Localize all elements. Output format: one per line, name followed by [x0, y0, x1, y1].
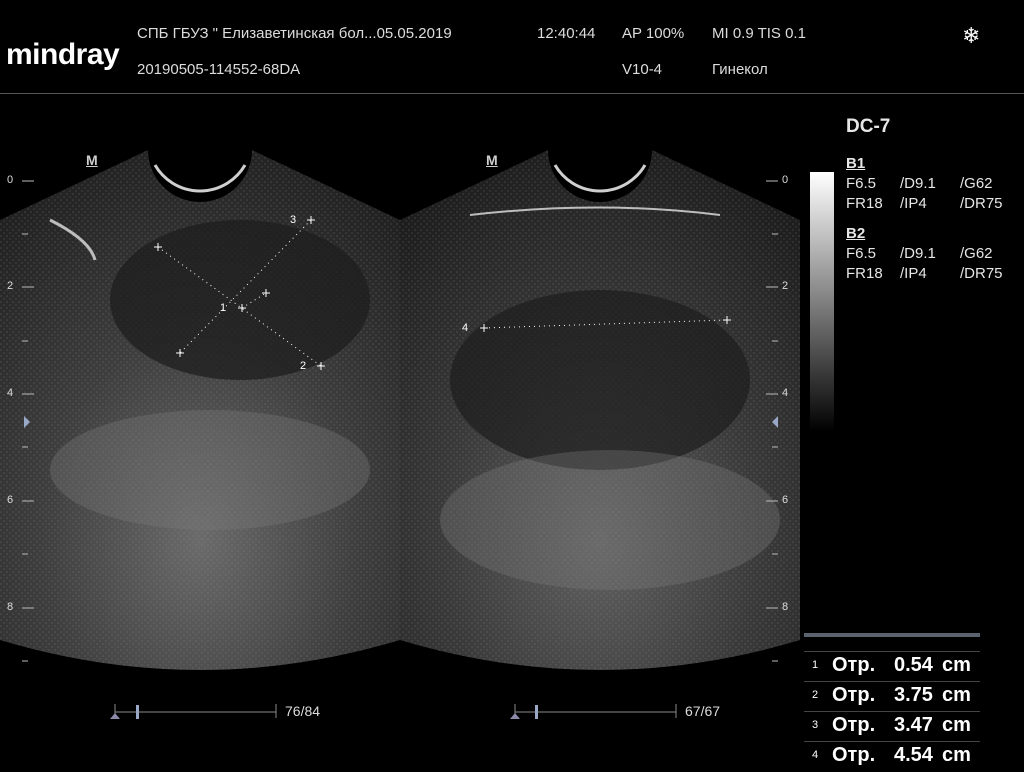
b2-frequency: F6.5	[846, 245, 877, 262]
depth-label: 0	[7, 174, 14, 186]
measurement-label: Отр.	[832, 684, 876, 706]
measurement-unit: cm	[942, 654, 971, 676]
measurement-index: 2	[812, 689, 819, 701]
depth-label: 2	[7, 280, 14, 292]
caliper-label: 3	[290, 214, 297, 226]
b2-gain: /G62	[960, 245, 993, 262]
orientation-marker-right: M	[486, 152, 498, 168]
depth-label: 2	[782, 280, 789, 292]
measurement-row[interactable]: 2 Отр. 3.75 cm	[804, 681, 980, 708]
depth-label: 0	[782, 174, 789, 186]
measurement-index: 1	[812, 659, 819, 671]
right-scan-pane[interactable]	[400, 150, 800, 670]
measurement-row[interactable]: 3 Отр. 3.47 cm	[804, 711, 980, 738]
depth-label: 6	[7, 494, 14, 506]
measurement-value: 3.75	[894, 684, 933, 706]
b2-depth: /D9.1	[900, 245, 936, 262]
b1-header: B1	[846, 155, 866, 172]
measurement-unit: cm	[942, 684, 971, 706]
measurement-value: 4.54	[894, 744, 933, 766]
measurement-row[interactable]: 1 Отр. 0.54 cm	[804, 651, 980, 678]
measurement-label: Отр.	[832, 744, 876, 766]
b1-frequency: F6.5	[846, 175, 877, 192]
measurement-unit: cm	[942, 714, 971, 736]
depth-label: 8	[7, 601, 14, 613]
b1-image-processing: /IP4	[900, 195, 927, 212]
b1-gain: /G62	[960, 175, 993, 192]
measurement-label: Отр.	[832, 714, 876, 736]
measurement-label: Отр.	[832, 654, 876, 676]
frame-counter-left: 76/84	[285, 703, 321, 719]
caliper-label: 1	[220, 302, 227, 314]
measurement-value: 3.47	[894, 714, 933, 736]
measurement-value: 0.54	[894, 654, 933, 676]
b2-header: B2	[846, 225, 866, 242]
measurement-index: 3	[812, 719, 819, 731]
caliper-label: 2	[300, 360, 307, 372]
measurement-unit: cm	[942, 744, 971, 766]
b2-frame-rate: FR18	[846, 265, 883, 282]
probe-mode-title: DC-7	[846, 116, 891, 137]
b1-depth: /D9.1	[900, 175, 936, 192]
b2-dynamic-range: /DR75	[960, 265, 1003, 282]
b1-frame-rate: FR18	[846, 195, 883, 212]
measurement-results-panel: 1 Отр. 0.54 cm 2 Отр. 3.75 cm 3 Отр. 3.4…	[804, 633, 980, 772]
b2-image-processing: /IP4	[900, 265, 927, 282]
depth-label: 6	[782, 494, 789, 506]
measurement-row[interactable]: 4 Отр. 4.54 cm	[804, 741, 980, 768]
measurement-index: 4	[812, 749, 819, 761]
depth-label: 4	[782, 387, 789, 399]
left-scan-pane[interactable]	[0, 150, 400, 670]
cine-ruler-left[interactable]	[110, 704, 277, 719]
b1-dynamic-range: /DR75	[960, 195, 1003, 212]
orientation-marker-left: M	[86, 152, 98, 168]
depth-label: 8	[782, 601, 789, 613]
grayscale-bar	[810, 172, 834, 432]
cine-ruler-right[interactable]	[510, 704, 677, 719]
frame-counter-right: 67/67	[685, 703, 721, 719]
depth-label: 4	[7, 387, 14, 399]
caliper-label: 4	[462, 322, 469, 334]
